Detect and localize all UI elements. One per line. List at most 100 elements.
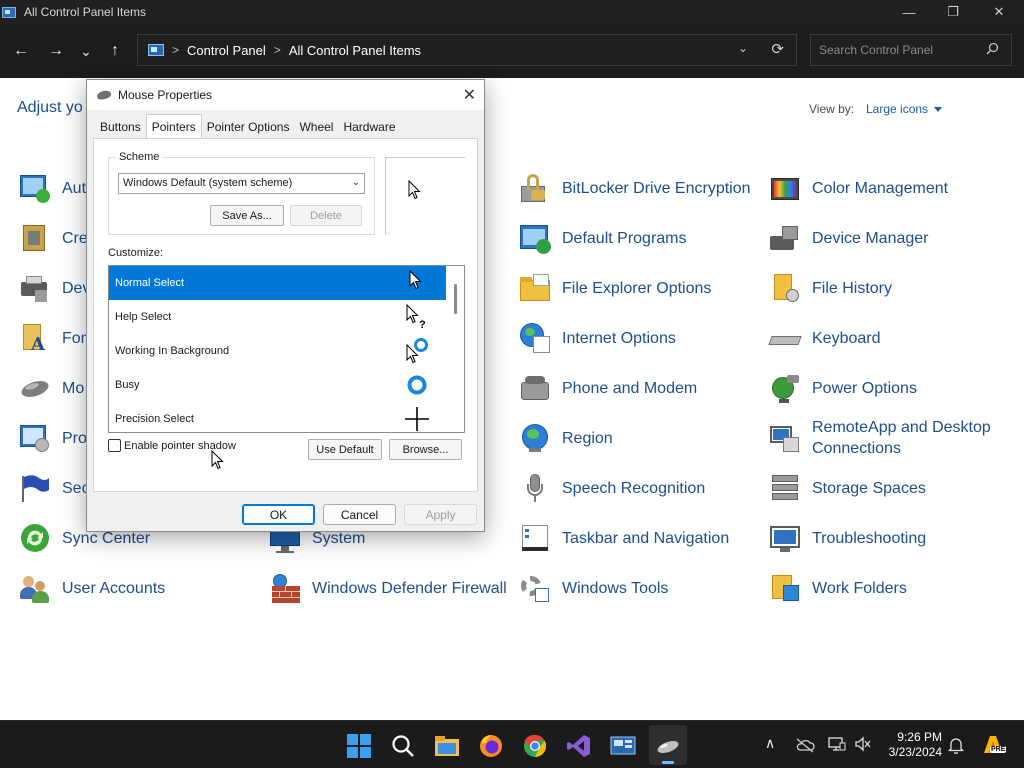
onedrive-icon[interactable]: [795, 737, 815, 753]
delete-button[interactable]: Delete: [290, 205, 362, 226]
cursor-name[interactable]: Working In Background: [115, 345, 229, 357]
copilot-preview-icon[interactable]: PRE: [980, 733, 1007, 757]
view-by-dropdown[interactable]: Large icons: [866, 102, 943, 116]
back-button[interactable]: ←: [8, 38, 34, 64]
cursor-name[interactable]: Busy: [115, 379, 139, 391]
cp-item-label[interactable]: BitLocker Drive Encryption: [562, 178, 762, 199]
clock-date[interactable]: 3/23/2024: [882, 745, 942, 760]
cp-item-taskbar-navigation[interactable]: Taskbar and Navigation: [519, 518, 762, 558]
cp-item-troubleshooting[interactable]: Troubleshooting: [769, 518, 1012, 558]
firefox-icon[interactable]: [478, 733, 504, 759]
list-item[interactable]: Help Select ?: [109, 300, 446, 334]
maximize-button[interactable]: ❐: [930, 0, 976, 24]
cp-item-label[interactable]: Taskbar and Navigation: [562, 528, 762, 549]
cursor-name[interactable]: Normal Select: [115, 277, 184, 289]
browse-button[interactable]: Browse...: [389, 439, 462, 460]
tab-wheel[interactable]: Wheel: [294, 116, 338, 138]
cp-item-windows-tools[interactable]: Windows Tools: [519, 568, 762, 608]
cp-item-label[interactable]: Phone and Modem: [562, 378, 762, 399]
breadcrumb-all-items[interactable]: All Control Panel Items: [289, 43, 421, 58]
cp-item-power-options[interactable]: Power Options: [769, 368, 1012, 408]
save-as-button[interactable]: Save As...: [210, 205, 284, 226]
cursor-list[interactable]: Normal Select Help Select ? Working In B…: [108, 265, 465, 433]
cp-item-color-management[interactable]: Color Management: [769, 168, 1012, 208]
visual-studio-icon[interactable]: [566, 733, 592, 759]
cp-item-label[interactable]: Device Manager: [812, 228, 1012, 249]
cursor-list-scrollbar[interactable]: [447, 266, 464, 432]
cp-item-label[interactable]: Windows Tools: [562, 578, 762, 599]
cp-item-label[interactable]: File Explorer Options: [562, 278, 762, 299]
tab-hardware[interactable]: Hardware: [338, 116, 400, 138]
cancel-button[interactable]: Cancel: [323, 504, 396, 525]
cp-item-work-folders[interactable]: Work Folders: [769, 568, 1012, 608]
address-bar[interactable]: > Control Panel > All Control Panel Item…: [137, 34, 797, 66]
cp-item-label[interactable]: Keyboard: [812, 328, 1012, 349]
search-box[interactable]: [810, 34, 1012, 66]
cp-item-default-programs[interactable]: Default Programs: [519, 218, 762, 258]
cp-item-internet-options[interactable]: Internet Options: [519, 318, 762, 358]
tab-pointer-options[interactable]: Pointer Options: [202, 116, 295, 138]
notification-bell-icon[interactable]: [948, 736, 964, 754]
cp-item-user-accounts[interactable]: User Accounts: [19, 568, 262, 608]
control-panel-icon[interactable]: [610, 733, 636, 759]
cp-item-label[interactable]: Power Options: [812, 378, 1012, 399]
scheme-dropdown[interactable]: Windows Default (system scheme) ⌄: [118, 173, 365, 194]
cp-item-bitlocker[interactable]: BitLocker Drive Encryption: [519, 168, 762, 208]
cp-item-label[interactable]: Color Management: [812, 178, 1012, 199]
clock-time[interactable]: 9:26 PM: [882, 730, 942, 745]
chrome-icon[interactable]: [522, 733, 548, 759]
search-input[interactable]: [819, 43, 979, 57]
refresh-icon[interactable]: ⟳: [771, 40, 784, 58]
cp-item-label[interactable]: Work Folders: [812, 578, 1012, 599]
breadcrumb-control-panel[interactable]: Control Panel: [187, 43, 266, 58]
system-clock[interactable]: 9:26 PM 3/23/2024: [882, 730, 942, 760]
cp-item-label[interactable]: Storage Spaces: [812, 478, 1012, 499]
tray-overflow-button[interactable]: ∧: [765, 735, 775, 752]
apply-button[interactable]: Apply: [404, 504, 477, 525]
cp-item-label[interactable]: RemoteApp and Desktop Connections: [812, 417, 1012, 459]
cp-item-device-manager[interactable]: Device Manager: [769, 218, 1012, 258]
cursor-name[interactable]: Precision Select: [115, 413, 194, 425]
cp-item-keyboard[interactable]: Keyboard: [768, 318, 1012, 358]
scheme-value[interactable]: Windows Default (system scheme): [123, 177, 292, 189]
chevron-down-icon[interactable]: ⌄: [738, 41, 748, 55]
list-item[interactable]: Normal Select: [109, 266, 446, 300]
file-explorer-icon[interactable]: [434, 733, 460, 759]
ok-button[interactable]: OK: [242, 504, 315, 525]
cp-item-region[interactable]: Region: [519, 418, 762, 458]
list-item[interactable]: Working In Background: [109, 334, 446, 368]
cp-item-phone-modem[interactable]: Phone and Modem: [519, 368, 762, 408]
close-icon[interactable]: ✕: [463, 85, 476, 105]
list-item[interactable]: Busy: [109, 368, 446, 402]
tab-pointers[interactable]: Pointers: [145, 114, 202, 138]
cp-item-windows-defender-firewall[interactable]: Windows Defender Firewall: [269, 568, 512, 608]
tab-buttons[interactable]: Buttons: [95, 116, 146, 138]
cp-item-label[interactable]: File History: [812, 278, 1012, 299]
search-icon[interactable]: [390, 733, 416, 759]
mouse-properties-icon[interactable]: [655, 733, 681, 759]
cp-item-label[interactable]: Default Programs: [562, 228, 762, 249]
chevron-down-icon[interactable]: ⌄: [352, 177, 360, 188]
cp-item-file-history[interactable]: File History: [769, 268, 1012, 308]
volume-muted-icon[interactable]: [854, 736, 872, 752]
cp-item-label[interactable]: Internet Options: [562, 328, 762, 349]
breadcrumb-separator[interactable]: >: [274, 43, 281, 57]
network-icon[interactable]: [828, 736, 846, 752]
cp-item-label[interactable]: Windows Defender Firewall: [312, 578, 512, 599]
minimize-button[interactable]: —: [886, 0, 932, 24]
cursor-name[interactable]: Help Select: [115, 311, 171, 323]
checkbox[interactable]: [108, 439, 121, 452]
cp-item-speech-recognition[interactable]: Speech Recognition: [519, 468, 762, 508]
cp-item-label[interactable]: User Accounts: [62, 578, 262, 599]
cp-item-label[interactable]: Troubleshooting: [812, 528, 1012, 549]
view-by-value[interactable]: Large icons: [866, 102, 928, 116]
cp-item-remoteapp[interactable]: RemoteApp and Desktop Connections: [769, 418, 1012, 458]
forward-button[interactable]: →: [43, 38, 69, 64]
cp-item-label[interactable]: Region: [562, 428, 762, 449]
start-icon[interactable]: [346, 733, 372, 759]
close-button[interactable]: ✕: [976, 0, 1022, 24]
search-icon[interactable]: [986, 42, 999, 58]
cp-item-storage-spaces[interactable]: Storage Spaces: [769, 468, 1012, 508]
use-default-button[interactable]: Use Default: [308, 439, 382, 460]
cp-item-label[interactable]: Speech Recognition: [562, 478, 762, 499]
